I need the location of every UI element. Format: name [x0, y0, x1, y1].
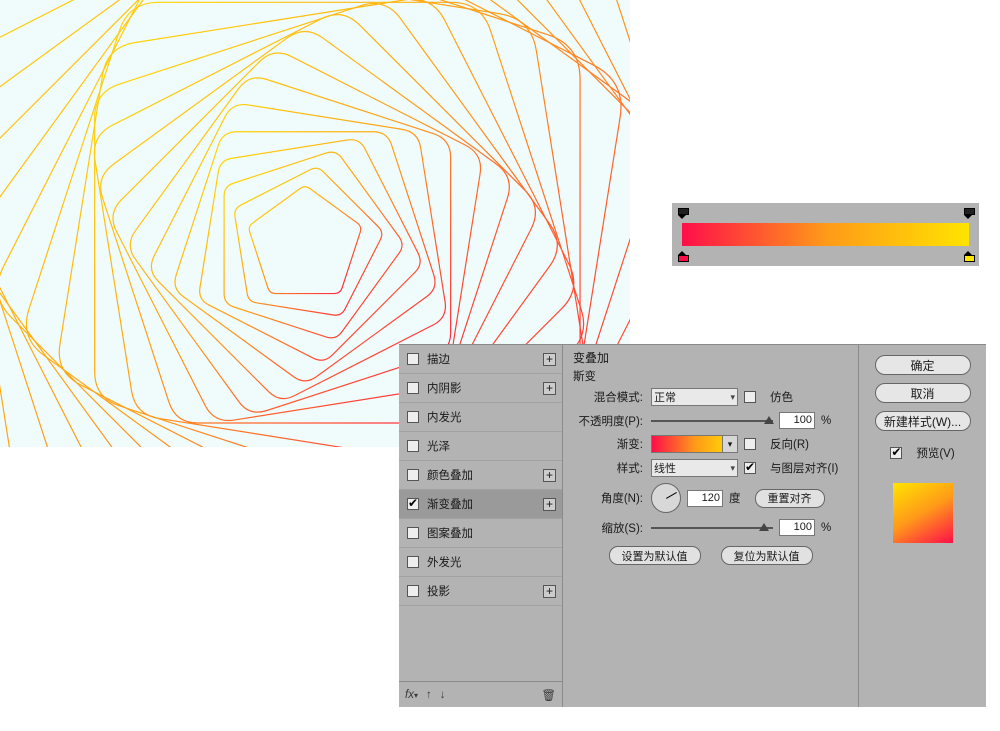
effect-checkbox[interactable] — [407, 411, 419, 423]
cancel-button[interactable]: 取消 — [875, 383, 971, 403]
effect-checkbox[interactable] — [407, 527, 419, 539]
opacity-label: 不透明度(P): — [573, 413, 645, 429]
align-checkbox[interactable] — [744, 462, 756, 474]
dither-label: 仿色 — [770, 389, 793, 405]
add-effect-icon[interactable]: + — [543, 353, 556, 366]
move-down-icon[interactable]: ↓ — [440, 689, 446, 701]
add-effect-icon[interactable]: + — [543, 382, 556, 395]
color-stop-right[interactable] — [964, 251, 973, 262]
reset-align-button[interactable]: 重置对齐 — [755, 489, 825, 508]
chevron-down-icon: ▾ — [722, 436, 737, 452]
effects-list: 描边+内阴影+内发光光泽颜色叠加+渐变叠加+图案叠加外发光投影+ — [399, 345, 562, 681]
opacity-stop-right[interactable] — [964, 208, 973, 219]
angle-value[interactable]: 120 — [687, 490, 723, 507]
preview-label: 预览(V) — [916, 445, 954, 461]
effect-row-0[interactable]: 描边+ — [399, 345, 562, 374]
gradient-editor-strip[interactable] — [672, 203, 979, 266]
chevron-down-icon: ▾ — [730, 392, 735, 403]
effect-checkbox[interactable] — [407, 556, 419, 568]
section-subtitle: 斯变 — [573, 368, 848, 384]
color-stop-left[interactable] — [678, 251, 687, 262]
fx-button[interactable]: fx▾ — [405, 689, 418, 701]
effect-checkbox[interactable] — [407, 382, 419, 394]
chevron-down-icon: ▾ — [730, 463, 735, 474]
move-up-icon[interactable]: ↑ — [426, 689, 432, 701]
effect-row-4[interactable]: 颜色叠加+ — [399, 461, 562, 490]
set-default-button[interactable]: 设置为默认值 — [609, 546, 701, 565]
angle-dial[interactable] — [651, 483, 681, 513]
layer-style-dialog: 描边+内阴影+内发光光泽颜色叠加+渐变叠加+图案叠加外发光投影+ fx▾ ↑ ↓… — [399, 344, 986, 707]
effect-row-8[interactable]: 投影+ — [399, 577, 562, 606]
add-effect-icon[interactable]: + — [543, 498, 556, 511]
scale-label: 缩放(S): — [573, 520, 645, 536]
align-label: 与图层对齐(I) — [770, 460, 838, 476]
reverse-checkbox[interactable] — [744, 438, 756, 450]
effect-label: 光泽 — [427, 438, 562, 454]
effect-checkbox[interactable] — [407, 440, 419, 452]
section-title: 变叠加 — [573, 349, 848, 366]
effect-label: 图案叠加 — [427, 525, 562, 541]
effect-label: 内阴影 — [427, 380, 562, 396]
effect-row-6[interactable]: 图案叠加 — [399, 519, 562, 548]
effects-footer: fx▾ ↑ ↓ 🗑 — [399, 681, 562, 707]
blend-mode-select[interactable]: 正常▾ — [651, 388, 738, 406]
effects-column: 描边+内阴影+内发光光泽颜色叠加+渐变叠加+图案叠加外发光投影+ fx▾ ↑ ↓… — [399, 345, 562, 707]
gradient-swatch[interactable]: ▾ — [651, 435, 738, 453]
gradient-bar[interactable] — [682, 223, 969, 246]
opacity-slider[interactable] — [651, 420, 773, 422]
opacity-stop-left[interactable] — [678, 208, 687, 219]
reverse-label: 反向(R) — [770, 436, 809, 452]
effect-label: 投影 — [427, 583, 562, 599]
effect-label: 外发光 — [427, 554, 562, 570]
style-select[interactable]: 线性▾ — [651, 459, 738, 477]
opacity-value[interactable]: 100 — [779, 412, 815, 429]
effect-label: 描边 — [427, 351, 562, 367]
trash-icon[interactable]: 🗑 — [541, 688, 556, 702]
style-label: 样式: — [573, 460, 645, 476]
ok-button[interactable]: 确定 — [875, 355, 971, 375]
buttons-column: 确定 取消 新建样式(W)... 预览(V) — [858, 345, 986, 707]
settings-column: 变叠加 斯变 混合模式: 正常▾ 仿色 不透明度(P): 100 % 渐变: ▾… — [562, 345, 858, 707]
effect-label: 内发光 — [427, 409, 562, 425]
new-style-button[interactable]: 新建样式(W)... — [875, 411, 971, 431]
effect-label: 渐变叠加 — [427, 496, 562, 512]
effect-row-5[interactable]: 渐变叠加+ — [399, 490, 562, 519]
angle-label: 角度(N): — [573, 490, 645, 506]
effect-checkbox[interactable] — [407, 498, 419, 510]
add-effect-icon[interactable]: + — [543, 469, 556, 482]
gradient-label: 渐变: — [573, 436, 645, 452]
effect-row-3[interactable]: 光泽 — [399, 432, 562, 461]
blend-mode-label: 混合模式: — [573, 389, 645, 405]
dither-checkbox[interactable] — [744, 391, 756, 403]
reset-default-button[interactable]: 复位为默认值 — [721, 546, 813, 565]
effect-row-1[interactable]: 内阴影+ — [399, 374, 562, 403]
scale-value[interactable]: 100 — [779, 519, 815, 536]
effect-checkbox[interactable] — [407, 585, 419, 597]
effect-row-2[interactable]: 内发光 — [399, 403, 562, 432]
effect-checkbox[interactable] — [407, 353, 419, 365]
effect-row-7[interactable]: 外发光 — [399, 548, 562, 577]
preview-swatch — [893, 483, 953, 543]
preview-checkbox[interactable] — [890, 447, 902, 459]
scale-slider[interactable] — [651, 527, 773, 529]
add-effect-icon[interactable]: + — [543, 585, 556, 598]
effect-checkbox[interactable] — [407, 469, 419, 481]
effect-label: 颜色叠加 — [427, 467, 562, 483]
